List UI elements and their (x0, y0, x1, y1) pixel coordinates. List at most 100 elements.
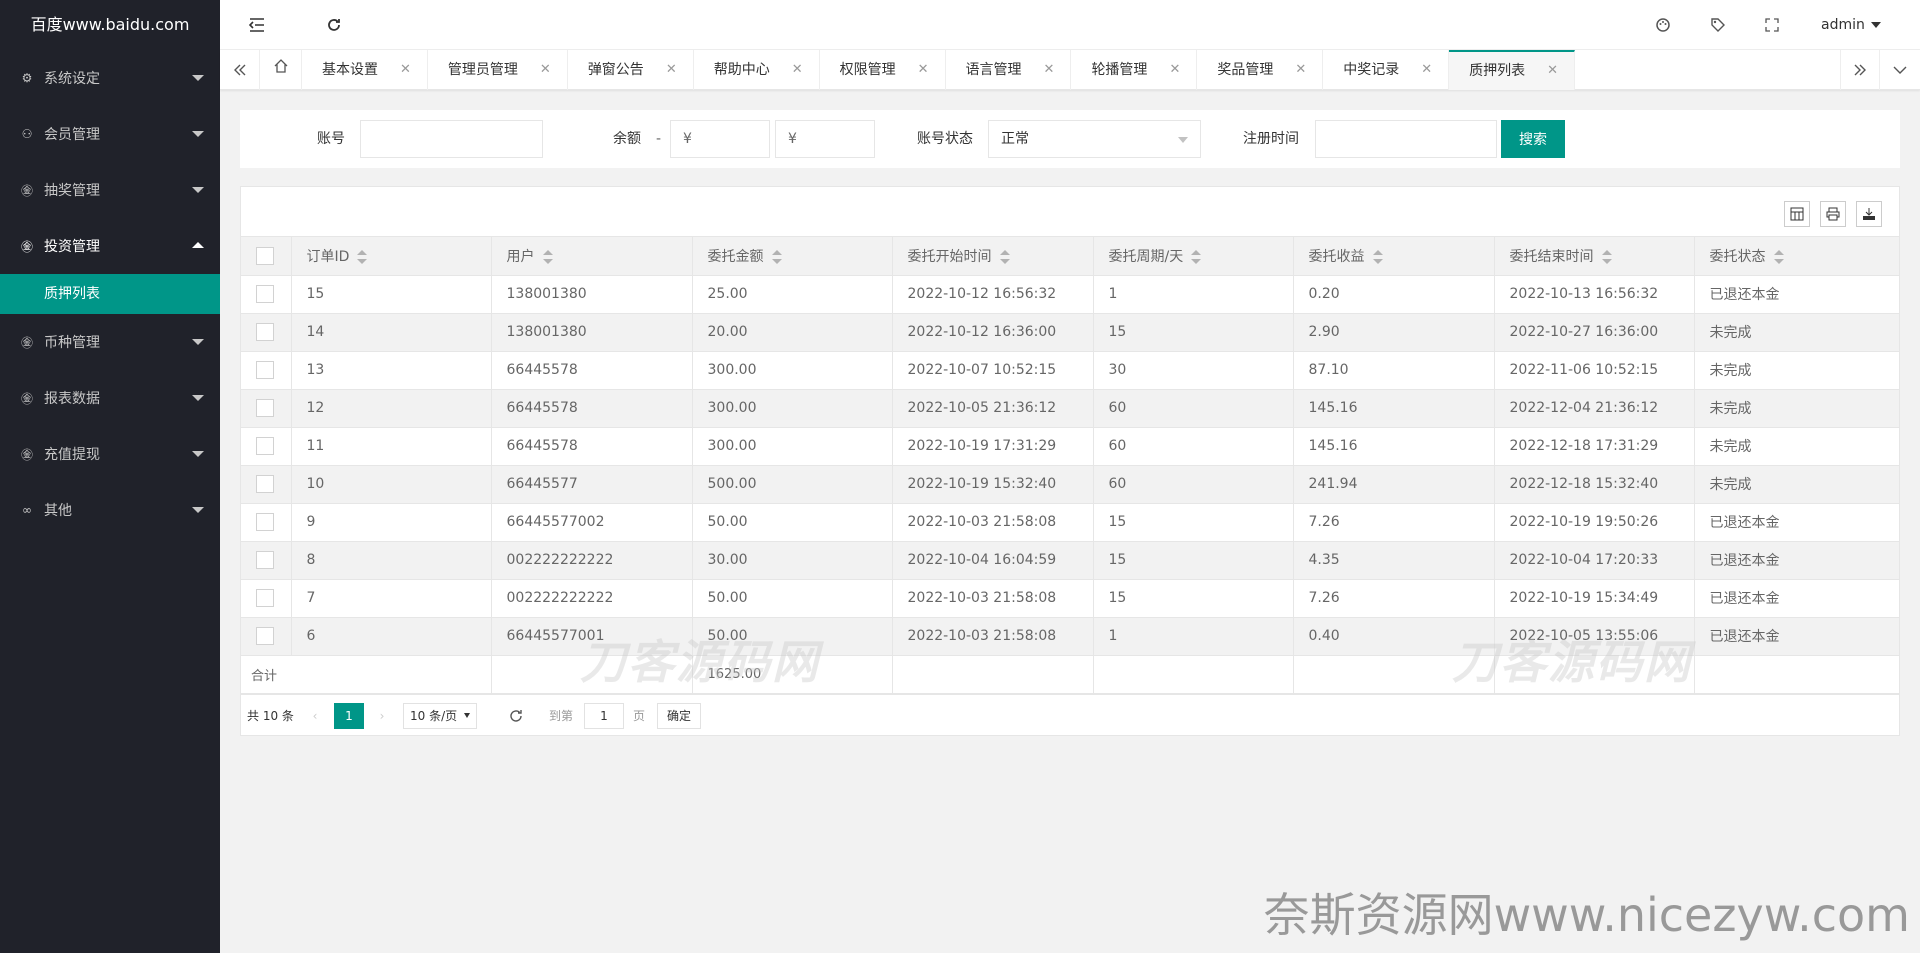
tab[interactable]: 弹窗公告 ✕ (568, 50, 694, 90)
column-header[interactable]: 委托周期/天 (1093, 237, 1294, 276)
column-header[interactable]: 委托状态 (1694, 237, 1899, 276)
logo[interactable]: 百度www.baidu.com (0, 0, 220, 50)
tab[interactable]: 质押列表 ✕ (1449, 50, 1576, 91)
row-checkbox[interactable] (256, 399, 274, 417)
fullscreen-icon[interactable] (1752, 0, 1792, 50)
account-status-select[interactable]: 正常 (988, 120, 1201, 158)
table-row[interactable]: 15 138001380 25.00 2022-10-12 16:56:32 1 0.20… (241, 275, 1899, 314)
export-icon[interactable] (1856, 201, 1882, 227)
page-size-select[interactable]: 10 条/页 (403, 702, 477, 729)
close-icon[interactable]: ✕ (918, 50, 929, 90)
column-header[interactable]: 委托开始时间 (892, 237, 1094, 276)
close-icon[interactable]: ✕ (1547, 51, 1558, 91)
scroll-left-icon[interactable] (220, 50, 260, 90)
close-icon[interactable]: ✕ (666, 50, 677, 90)
account-input[interactable] (360, 120, 543, 158)
collapse-menu-icon[interactable] (237, 0, 277, 50)
sidebar-item[interactable]: ∞ 其他 (0, 482, 220, 538)
current-page-button[interactable]: 1 (334, 702, 364, 729)
row-checkbox[interactable] (256, 475, 274, 493)
table-cell: 138001380 (491, 313, 693, 352)
column-header[interactable]: 订单ID (291, 237, 492, 276)
row-checkbox[interactable] (256, 551, 274, 569)
goto-page-input[interactable]: 1 (584, 702, 624, 729)
tab[interactable]: 奖品管理 ✕ (1197, 50, 1324, 90)
row-checkbox[interactable] (256, 323, 274, 341)
sidebar-item[interactable]: ㊎币种管理 (0, 314, 220, 370)
tab[interactable]: 轮播管理 ✕ (1071, 50, 1198, 90)
refresh-page-icon[interactable] (505, 703, 527, 729)
column-header[interactable]: 委托结束时间 (1494, 237, 1695, 276)
sidebar-item[interactable]: ㊎投资管理 (0, 218, 220, 274)
columns-filter-icon[interactable] (1784, 201, 1810, 227)
balance-min-input[interactable]: ¥ (670, 120, 770, 158)
sort-icon[interactable] (771, 249, 782, 264)
sort-icon[interactable] (1372, 249, 1383, 264)
sort-icon[interactable] (1773, 249, 1784, 264)
sidebar-item[interactable]: ⚇ 会员管理 (0, 106, 220, 162)
sidebar-item[interactable]: ⚙ 系统设定 (0, 50, 220, 106)
sidebar-item[interactable]: ㊎充值提现 (0, 426, 220, 482)
close-icon[interactable]: ✕ (792, 50, 803, 90)
close-icon[interactable]: ✕ (400, 50, 411, 90)
scroll-right-icon[interactable] (1840, 50, 1880, 90)
prev-page-icon[interactable]: ‹ (302, 703, 328, 729)
table-row[interactable]: 14 138001380 20.00 2022-10-12 16:36:00 15 2.9… (241, 313, 1899, 352)
user-menu[interactable]: admin (1821, 0, 1881, 50)
sidebar-item[interactable]: ㊎报表数据 (0, 370, 220, 426)
refresh-icon[interactable] (314, 0, 354, 50)
table-cell: 2022-10-19 19:50:26 (1494, 503, 1695, 542)
print-icon[interactable] (1820, 201, 1846, 227)
tag-icon[interactable] (1698, 0, 1738, 50)
goto-confirm-button[interactable]: 确定 (657, 702, 701, 729)
table-cell: 50.00 (692, 579, 893, 618)
tab[interactable]: 帮助中心 ✕ (694, 50, 820, 90)
tab-home[interactable] (260, 50, 302, 90)
row-checkbox[interactable] (256, 437, 274, 455)
sort-icon[interactable] (542, 249, 553, 264)
select-all-checkbox[interactable] (256, 246, 274, 265)
table-row[interactable]: 9 66445577002 50.00 2022-10-03 21:58:08 15 7.… (241, 503, 1899, 542)
table-row[interactable]: 7 002222222222 50.00 2022-10-03 21:58:08 15 7… (241, 579, 1899, 618)
total-count: 共 10 条 (247, 708, 294, 723)
tab[interactable]: 语言管理 ✕ (946, 50, 1072, 90)
close-icon[interactable]: ✕ (1044, 50, 1055, 90)
sort-icon[interactable] (999, 249, 1010, 264)
row-checkbox[interactable] (256, 285, 274, 303)
sort-icon[interactable] (1601, 249, 1612, 264)
table-row[interactable]: 10 66445577 500.00 2022-10-19 15:32:40 60 241… (241, 465, 1899, 504)
table-cell: 11 (291, 427, 492, 466)
theme-icon[interactable] (1643, 0, 1683, 50)
column-header[interactable]: 用户 (491, 237, 693, 276)
caret-down-icon (192, 395, 204, 401)
sidebar-sub-item-pledge-list[interactable]: 质押列表 (0, 274, 220, 314)
next-page-icon[interactable]: › (369, 703, 395, 729)
tab[interactable]: 基本设置 ✕ (302, 50, 428, 90)
close-icon[interactable]: ✕ (1295, 50, 1306, 90)
column-header[interactable]: 委托收益 (1293, 237, 1495, 276)
row-checkbox[interactable] (256, 627, 274, 645)
balance-max-input[interactable]: ¥ (775, 120, 875, 158)
row-checkbox[interactable] (256, 513, 274, 531)
tab[interactable]: 中奖记录 ✕ (1323, 50, 1450, 90)
table-row[interactable]: 12 66445578 300.00 2022-10-05 21:36:12 60 145… (241, 389, 1899, 428)
sort-icon[interactable] (1191, 249, 1202, 264)
tab-options-chevron-icon[interactable] (1880, 50, 1920, 90)
close-icon[interactable]: ✕ (540, 50, 551, 90)
register-time-input[interactable] (1315, 120, 1497, 158)
row-checkbox[interactable] (256, 361, 274, 379)
table-row[interactable]: 11 66445578 300.00 2022-10-19 17:31:29 60 145… (241, 427, 1899, 466)
table-row[interactable]: 13 66445578 300.00 2022-10-07 10:52:15 30 87.… (241, 351, 1899, 390)
tab[interactable]: 管理员管理 ✕ (428, 50, 568, 90)
tab[interactable]: 权限管理 ✕ (820, 50, 946, 90)
table-cell: 20.00 (692, 313, 893, 352)
sort-icon[interactable] (357, 249, 368, 264)
sidebar-item[interactable]: ㊎抽奖管理 (0, 162, 220, 218)
search-button[interactable]: 搜索 (1501, 120, 1565, 158)
table-row[interactable]: 8 002222222222 30.00 2022-10-04 16:04:59 15 4… (241, 541, 1899, 580)
row-checkbox[interactable] (256, 589, 274, 607)
close-icon[interactable]: ✕ (1169, 50, 1180, 90)
close-icon[interactable]: ✕ (1421, 50, 1432, 90)
table-row[interactable]: 6 66445577001 50.00 2022-10-03 21:58:08 1 0.4… (241, 617, 1899, 656)
column-header[interactable]: 委托金额 (692, 237, 893, 276)
